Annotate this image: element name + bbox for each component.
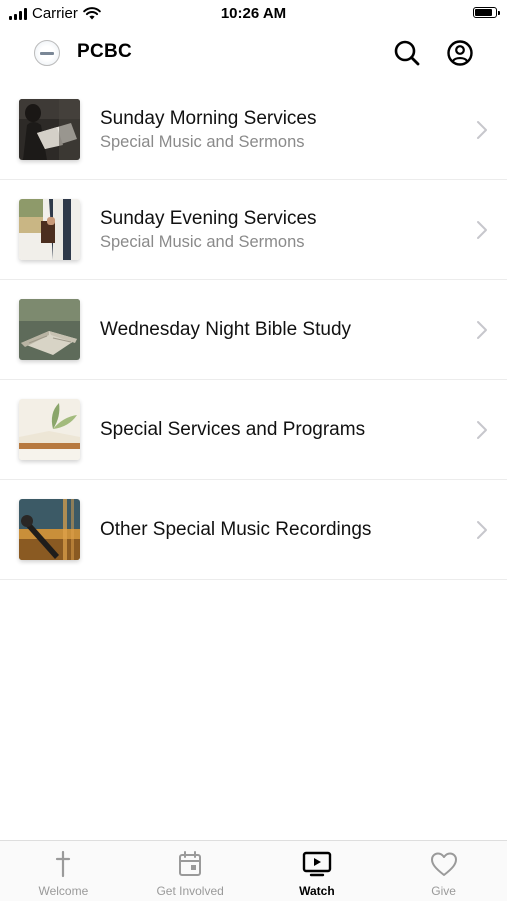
list-item[interactable]: Wednesday Night Bible Study <box>0 280 507 380</box>
tab-label: Welcome <box>38 884 89 898</box>
tab-bar: Welcome Get Involved Watch Give <box>0 840 507 901</box>
pastor-at-pulpit-image <box>19 99 80 160</box>
row-title: Sunday Evening Services <box>100 207 317 229</box>
tab-welcome[interactable]: Welcome <box>0 841 127 901</box>
man-holding-bible-image <box>19 199 80 260</box>
open-book-plant-image <box>19 399 80 460</box>
row-text: Other Special Music Recordings <box>100 480 447 579</box>
chevron-right-icon <box>477 121 487 139</box>
app-header: PCBC <box>0 28 507 80</box>
chevron-right-icon <box>477 521 487 539</box>
row-text: Sunday Morning Services Special Music an… <box>100 80 447 179</box>
battery-icon <box>473 7 500 18</box>
row-subtitle: Special Music and Sermons <box>100 132 305 151</box>
service-list: Sunday Morning Services Special Music an… <box>0 80 507 580</box>
tv-play-icon <box>302 851 332 877</box>
chevron-right-icon <box>477 221 487 239</box>
list-item[interactable]: Sunday Morning Services Special Music an… <box>0 80 507 180</box>
search-icon <box>394 40 420 66</box>
list-item[interactable]: Sunday Evening Services Special Music an… <box>0 180 507 280</box>
calendar-icon <box>179 851 202 876</box>
tab-label: Give <box>431 884 456 898</box>
tab-get-involved[interactable]: Get Involved <box>127 841 254 901</box>
row-text: Wednesday Night Bible Study <box>100 280 447 379</box>
account-button[interactable] <box>445 38 475 68</box>
chevron-right-icon <box>477 421 487 439</box>
app-title: PCBC <box>77 41 133 62</box>
tab-watch[interactable]: Watch <box>254 841 381 901</box>
row-title: Other Special Music Recordings <box>100 518 372 540</box>
row-title: Sunday Morning Services <box>100 107 317 129</box>
user-circle-icon <box>447 40 473 66</box>
row-title: Wednesday Night Bible Study <box>100 318 352 340</box>
list-item[interactable]: Special Services and Programs <box>0 380 507 480</box>
row-title: Special Services and Programs <box>100 418 366 440</box>
tab-give[interactable]: Give <box>380 841 507 901</box>
heart-icon <box>430 852 457 876</box>
status-bar: Carrier 10:26 AM <box>0 0 507 28</box>
battery-level <box>475 9 492 16</box>
chevron-right-icon <box>477 321 487 339</box>
row-text: Special Services and Programs <box>100 380 447 479</box>
row-text: Sunday Evening Services Special Music an… <box>100 180 447 279</box>
church-logo <box>34 40 60 66</box>
tab-label: Watch <box>299 884 335 898</box>
tab-label: Get Involved <box>156 884 224 898</box>
status-time: 10:26 AM <box>220 5 287 22</box>
search-button[interactable] <box>392 38 422 68</box>
music-recording-image <box>19 499 80 560</box>
row-subtitle: Special Music and Sermons <box>100 232 305 251</box>
open-bible-image <box>19 299 80 360</box>
cross-icon <box>56 850 71 878</box>
list-item[interactable]: Other Special Music Recordings <box>0 480 507 580</box>
